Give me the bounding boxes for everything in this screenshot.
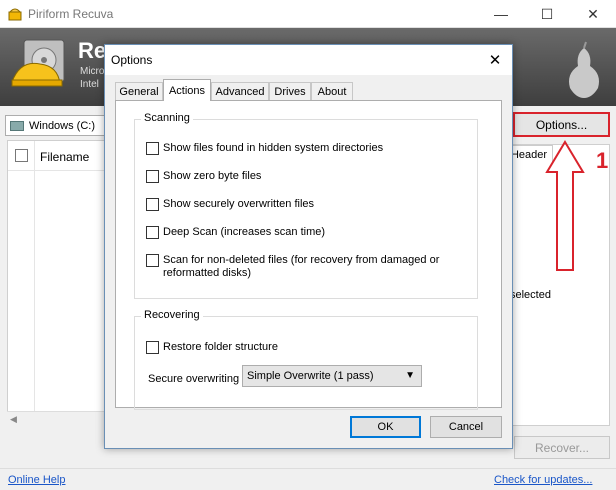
checkbox-box[interactable] [146,341,159,354]
checkbox-box[interactable] [146,254,159,267]
scroll-left-icon[interactable]: ◀ [10,414,17,425]
options-button[interactable]: Options... [513,112,610,137]
drive-selector[interactable]: Windows (C:) [5,115,105,136]
restore-folder-structure-checkbox[interactable]: Restore folder structure [146,341,278,354]
checkbox-box[interactable] [146,198,159,211]
minimize-button[interactable]: — [478,0,524,28]
system-info-line1: Micro [80,66,105,77]
scanning-group: Scanning Show files found in hidden syst… [134,112,478,299]
recuva-logo-icon [11,39,65,87]
file-list[interactable]: Filename [7,140,106,427]
drive-icon [10,120,24,131]
dialog-close-button[interactable]: ✕ [483,50,507,70]
checkbox-label: Show zero byte files [163,170,262,182]
window-titlebar: Piriform Recuva — ☐ ✕ [0,0,616,28]
recovering-group: Recovering Restore folder structure [134,309,478,410]
filename-column-header[interactable]: Filename [40,150,89,164]
options-dialog: Options ✕ General Actions Advanced Drive… [104,44,513,449]
checkbox-box[interactable] [146,142,159,155]
column-divider [34,141,35,426]
show-hidden-dirs-checkbox[interactable]: Show files found in hidden system direct… [146,142,383,155]
secure-overwriting-select[interactable]: Simple Overwrite (1 pass) ▼ [242,365,422,387]
piriform-pear-icon [569,41,599,98]
show-overwritten-checkbox[interactable]: Show securely overwritten files [146,198,314,211]
dialog-title: Options [111,53,153,67]
annotation-number: 1 [596,148,608,173]
ok-button[interactable]: OK [350,416,421,438]
deep-scan-checkbox[interactable]: Deep Scan (increases scan time) [146,226,325,239]
secure-overwriting-label: Secure overwriting [148,373,240,385]
checkbox-label: Show securely overwritten files [163,198,315,210]
check-updates-link[interactable]: Check for updates... [494,474,592,486]
tab-actions[interactable]: Actions [163,79,211,101]
select-all-checkbox[interactable] [15,149,28,162]
online-help-link[interactable]: Online Help [8,474,65,486]
system-info-line2: Intel [80,79,99,90]
chevron-down-icon: ▼ [405,370,415,381]
scan-non-deleted-checkbox[interactable]: Scan for non-deleted files (for recovery… [146,254,446,280]
file-list-header: Filename [8,141,105,171]
close-window-button[interactable]: ✕ [570,0,616,28]
recovering-legend: Recovering [141,309,203,321]
tab-general[interactable]: General [115,82,163,100]
checkbox-label: Scan for non-deleted files (for recovery… [163,254,440,279]
checkbox-label: Deep Scan (increases scan time) [163,226,326,238]
drive-label: Windows (C:) [29,119,96,132]
tab-about[interactable]: About [311,82,353,100]
window-title: Piriform Recuva [28,7,114,21]
maximize-button[interactable]: ☐ [524,0,570,28]
cancel-button[interactable]: Cancel [430,416,502,438]
checkbox-box[interactable] [146,226,159,239]
checkbox-label: Restore folder structure [163,341,278,353]
file-list-scrollbar[interactable]: ◀ [7,411,106,427]
tab-advanced[interactable]: Advanced [211,82,269,100]
recuva-app-icon [8,8,22,21]
show-zero-byte-checkbox[interactable]: Show zero byte files [146,170,261,183]
checkbox-box[interactable] [146,170,159,183]
dialog-titlebar: Options ✕ [105,45,512,75]
checkbox-label: Show files found in hidden system direct… [163,142,384,154]
tab-drives[interactable]: Drives [269,82,311,100]
actions-tab-page: Scanning Show files found in hidden syst… [115,100,502,410]
secure-overwriting-value: Simple Overwrite (1 pass) [247,370,374,382]
annotation-arrow-icon: 1 [545,140,608,271]
scanning-legend: Scanning [141,112,193,124]
selection-status-text: selected [510,289,551,301]
recover-button[interactable]: Recover... [514,436,610,459]
status-footer: Online Help Check for updates... [0,468,616,490]
